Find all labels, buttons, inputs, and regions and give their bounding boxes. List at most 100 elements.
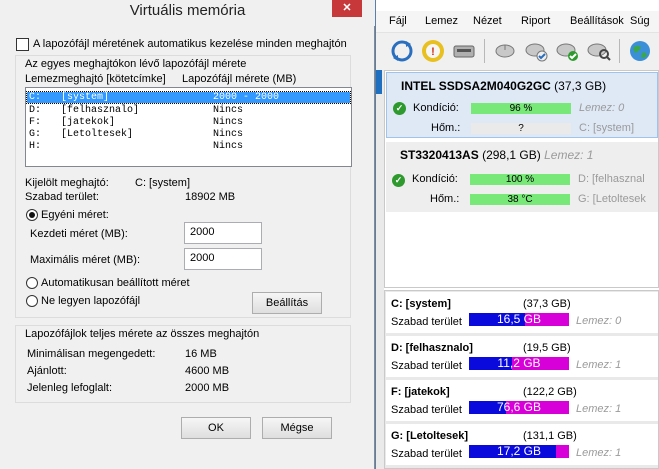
dialog-title: Virtuális memória <box>129 2 246 19</box>
drive-list-row[interactable]: F: [jatekok] Nincs <box>27 117 350 128</box>
left-accent <box>376 70 382 94</box>
selected-drive-value: C: [system] <box>135 177 191 189</box>
health-label: Kondíció: <box>412 173 458 185</box>
disk-number-label: Lemez: 0 <box>579 102 625 114</box>
free-space-value: 18902 MB <box>185 191 236 203</box>
menu-report[interactable]: Riport <box>521 15 550 27</box>
free-space-value: 76,6 GB <box>496 400 542 414</box>
toolbar: ! <box>376 33 659 70</box>
system-managed-radio[interactable] <box>26 277 38 289</box>
health-label: Kondíció: <box>413 102 459 114</box>
globe-icon[interactable] <box>627 38 653 64</box>
drive-list-row[interactable]: C: [system] 2000 - 2000 <box>26 91 351 104</box>
menu-help[interactable]: Súg <box>630 15 650 27</box>
volume-card[interactable]: C: [system] (37,3 GB) Szabad terület 16,… <box>386 292 658 333</box>
warning-icon[interactable]: ! <box>420 38 446 64</box>
temperature-label: Hőm.: <box>431 122 461 134</box>
row-drive: D: <box>29 105 42 116</box>
row-drive: G: <box>29 129 42 140</box>
allocated-value: 2000 MB <box>185 382 230 394</box>
min-allowed-label: Minimálisan megengedett: <box>27 348 156 360</box>
volume-card[interactable]: G: [Letoltesek] (131,1 GB) Szabad terüle… <box>386 424 658 465</box>
volumes-panel: C: [system] (37,3 GB) Szabad terület 16,… <box>384 290 659 469</box>
drive-list-row[interactable]: D: [felhasznalo] Nincs <box>27 105 350 116</box>
window-top-edge <box>376 0 659 10</box>
volume-name: C: [system] <box>391 298 451 310</box>
free-space-bar: 11,2 GB <box>469 357 569 370</box>
row-drive: C: <box>29 92 42 103</box>
disk-card-0[interactable]: INTEL SSDSA2M040G2GC (37,3 GB) ✓ Kondíci… <box>386 72 658 138</box>
disk-icon[interactable] <box>451 38 477 64</box>
volume-name: G: [Letoltesek] <box>391 430 469 442</box>
row-drive: H: <box>29 141 42 152</box>
auto-manage-checkbox[interactable] <box>16 38 29 51</box>
free-space-label: Szabad terület <box>391 316 462 328</box>
disk-card-1[interactable]: ST3320413AS (298,1 GB) Lemez: 1 ✓ Kondíc… <box>386 142 658 212</box>
refresh-icon[interactable] <box>389 38 415 64</box>
menu-file[interactable]: Fájl <box>389 15 407 27</box>
disk-search-icon[interactable] <box>586 38 612 64</box>
cancel-button[interactable]: Mégse <box>262 417 332 439</box>
system-managed-label: Automatikusan beállított méret <box>41 277 190 289</box>
row-size: Nincs <box>213 129 244 140</box>
volume-card[interactable]: D: [felhasznalo] (19,5 GB) Szabad terüle… <box>386 336 658 377</box>
menu-view[interactable]: Nézet <box>473 15 502 27</box>
close-button[interactable]: ✕ <box>332 0 362 17</box>
dialog-titlebar: Virtuális memória ✕ <box>0 0 375 26</box>
menu-disk[interactable]: Lemez <box>425 15 458 27</box>
virtual-memory-dialog: Virtuális memória ✕ A lapozófájl méretén… <box>0 0 375 469</box>
volume-name: F: [jatekok] <box>391 386 450 398</box>
toolbar-separator <box>619 39 620 63</box>
free-space-bar: 76,6 GB <box>469 401 569 414</box>
health-bar: 96 % <box>471 103 571 114</box>
disk-model: ST3320413AS <box>400 148 479 162</box>
list-header-drive: Lemezmeghajtó [kötetcímke] <box>25 73 166 85</box>
disk-number-label: Lemez: 0 <box>576 315 622 327</box>
physical-disks-panel: INTEL SSDSA2M040G2GC (37,3 GB) ✓ Kondíci… <box>384 70 659 288</box>
disk-number-label: Lemez: 1 <box>544 148 594 162</box>
temperature-bar: ? <box>471 123 571 134</box>
volume-card[interactable]: F: [jatekok] (122,2 GB) Szabad terület 7… <box>386 380 658 421</box>
volume-name: D: [felhasznalo] <box>391 342 473 354</box>
disk-ok-icon[interactable] <box>555 38 581 64</box>
allocated-label: Jelenleg lefoglalt: <box>27 382 113 394</box>
auto-manage-label: A lapozófájl méretének automatikus kezel… <box>33 38 347 50</box>
disk-size: (298,1 GB) <box>478 148 541 162</box>
set-button[interactable]: Beállítás <box>252 292 322 314</box>
recommended-value: 4600 MB <box>185 365 230 377</box>
menu-settings[interactable]: Beállítások <box>570 15 624 27</box>
disk-title: ST3320413AS (298,1 GB) Lemez: 1 <box>400 148 593 162</box>
volume-size: (131,1 GB) <box>523 430 577 442</box>
volume-size: (19,5 GB) <box>523 342 571 354</box>
drive-list[interactable]: C: [system] 2000 - 2000 D: [felhasznalo]… <box>25 87 352 167</box>
disk-number-label: Lemez: 1 <box>576 403 622 415</box>
free-space-value: 17,2 GB <box>496 444 542 458</box>
row-size: Nincs <box>213 105 244 116</box>
max-size-input[interactable]: 2000 <box>184 248 262 270</box>
recommended-label: Ajánlott: <box>27 365 67 377</box>
ok-button[interactable]: OK <box>181 417 251 439</box>
disk-number-label: Lemez: 1 <box>576 447 622 459</box>
free-space-label: Szabad terület: <box>25 191 99 203</box>
free-space-value: 16,5 GB <box>496 312 542 326</box>
mouse-icon[interactable] <box>493 38 519 64</box>
free-space-bar: 16,5 GB <box>469 313 569 326</box>
volume-label: C: [system] <box>579 122 635 134</box>
volume-size: (37,3 GB) <box>523 298 571 310</box>
max-size-label: Maximális méret (MB): <box>30 254 141 266</box>
row-drive: F: <box>29 117 42 128</box>
disk-number-label: Lemez: 1 <box>576 359 622 371</box>
temperature-label: Hőm.: <box>430 193 460 205</box>
selected-drive-label: Kijelölt meghajtó: <box>25 177 109 189</box>
drive-list-row[interactable]: G: [Letoltesek] Nincs <box>27 129 350 140</box>
custom-size-radio[interactable] <box>26 209 38 221</box>
free-space-bar: 17,2 GB <box>469 445 569 458</box>
toolbar-separator <box>484 39 485 63</box>
initial-size-label: Kezdeti méret (MB): <box>30 228 128 240</box>
disk-size: (37,3 GB) <box>550 79 607 93</box>
disk-check-icon[interactable] <box>524 38 550 64</box>
volume-label: G: [Letoltesek <box>578 193 646 205</box>
initial-size-input[interactable]: 2000 <box>184 222 262 244</box>
drive-list-row[interactable]: H: Nincs <box>27 141 350 152</box>
no-paging-radio[interactable] <box>26 295 38 307</box>
